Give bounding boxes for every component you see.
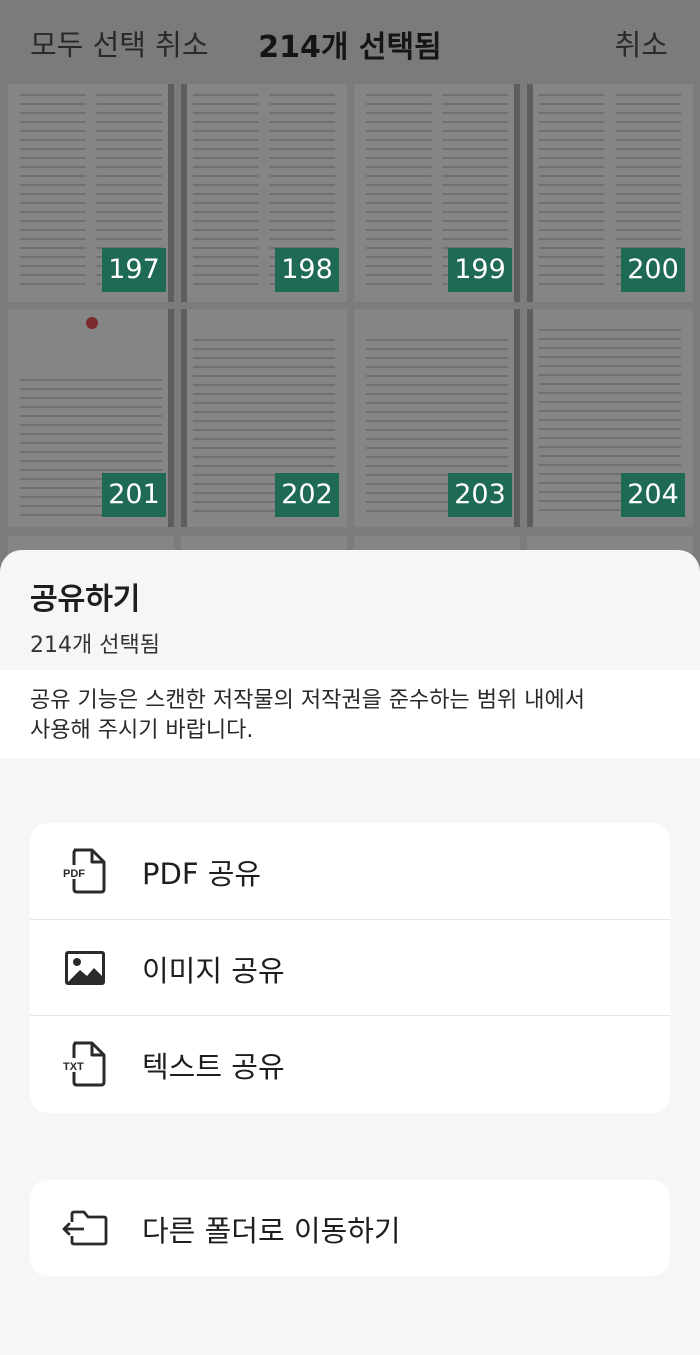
page-spine <box>168 84 174 302</box>
page-spine <box>181 309 187 527</box>
move-to-folder-label: 다른 폴더로 이동하기 <box>142 1214 401 1248</box>
folder-move-icon <box>62 1204 108 1252</box>
page-thumbnail[interactable]: 204 <box>527 309 693 527</box>
pdf-file-icon: PDF <box>62 847 108 895</box>
notice-line: 공유 기능은 스캔한 저작물의 저작권을 준수하는 범위 내에서 <box>30 688 585 713</box>
page-thumbnail[interactable]: 203 <box>354 309 520 527</box>
text-share-label: 텍스트 공유 <box>142 1050 285 1084</box>
page-spine <box>168 309 174 527</box>
svg-text:TXT: TXT <box>63 1061 84 1073</box>
page-spine <box>527 84 533 302</box>
page-spine <box>181 84 187 302</box>
page-number-badge: 199 <box>448 248 512 292</box>
page-thumbnail-grid: 197 198 199 200 201 202 203 204 <box>0 84 700 556</box>
page-spine <box>527 309 533 527</box>
page-number-badge: 198 <box>275 248 339 292</box>
pdf-share-button[interactable]: PDF PDF 공유 <box>30 823 670 919</box>
page-thumbnail[interactable]: 197 <box>8 84 174 302</box>
cancel-button[interactable]: 취소 <box>615 22 668 64</box>
page-thumbnail[interactable]: 198 <box>181 84 347 302</box>
move-folder-card: 다른 폴더로 이동하기 <box>30 1180 670 1276</box>
notice-line: 사용해 주시기 바랍니다. <box>30 718 254 743</box>
selected-count-title: 214개 선택됨 <box>258 30 442 65</box>
page-thumbnail[interactable]: 202 <box>181 309 347 527</box>
top-bar: 모두 선택 취소 214개 선택됨 취소 <box>0 0 700 84</box>
chapter-marker-icon <box>86 317 98 329</box>
page-number-badge: 202 <box>275 473 339 517</box>
image-share-label: 이미지 공유 <box>142 954 285 988</box>
sheet-subtitle: 214개 선택됨 <box>30 633 160 658</box>
page-number-badge: 201 <box>102 473 166 517</box>
page-spine <box>514 309 520 527</box>
page-number-badge: 203 <box>448 473 512 517</box>
share-options-card: PDF PDF 공유 이미지 공유 TXT 텍스트 공유 <box>30 823 670 1113</box>
page-thumbnail[interactable]: 199 <box>354 84 520 302</box>
move-to-folder-button[interactable]: 다른 폴더로 이동하기 <box>30 1180 670 1276</box>
page-number-badge: 204 <box>621 473 685 517</box>
copyright-notice: 공유 기능은 스캔한 저작물의 저작권을 준수하는 범위 내에서 사용해 주시기… <box>0 670 700 758</box>
page-thumbnail[interactable]: 200 <box>527 84 693 302</box>
page-number-badge: 200 <box>621 248 685 292</box>
page-number-badge: 197 <box>102 248 166 292</box>
page-thumbnail[interactable]: 201 <box>8 309 174 527</box>
txt-file-icon: TXT <box>62 1040 108 1088</box>
share-bottom-sheet: 공유하기 214개 선택됨 공유 기능은 스캔한 저작물의 저작권을 준수하는 … <box>0 550 700 1355</box>
image-share-button[interactable]: 이미지 공유 <box>30 919 670 1015</box>
svg-text:PDF: PDF <box>63 868 85 880</box>
sheet-title: 공유하기 <box>30 582 141 617</box>
text-share-button[interactable]: TXT 텍스트 공유 <box>30 1015 670 1111</box>
image-icon <box>62 944 108 992</box>
page-spine <box>514 84 520 302</box>
pdf-share-label: PDF 공유 <box>142 857 262 891</box>
